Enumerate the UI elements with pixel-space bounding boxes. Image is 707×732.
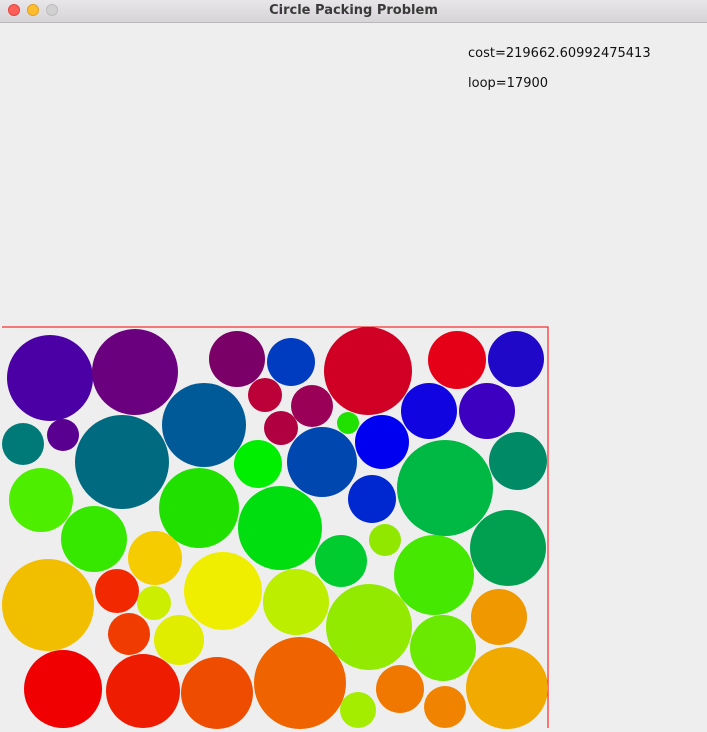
packed-circle	[401, 383, 457, 439]
packed-circle	[470, 510, 546, 586]
packed-circle	[355, 415, 409, 469]
packed-circle	[394, 535, 474, 615]
packed-circle	[7, 335, 93, 421]
packed-circle	[9, 468, 73, 532]
packed-circle	[410, 615, 476, 681]
packed-circle	[61, 506, 127, 572]
packed-circle	[337, 412, 359, 434]
packed-circle	[324, 327, 412, 415]
packed-circle	[162, 383, 246, 467]
packed-circle	[92, 329, 178, 415]
packed-circle	[376, 665, 424, 713]
packed-circle	[238, 486, 322, 570]
packed-circle	[340, 692, 376, 728]
packed-circle	[106, 654, 180, 728]
packed-circle	[209, 331, 265, 387]
packed-circle	[184, 552, 262, 630]
packed-circle	[234, 440, 282, 488]
packed-circle	[315, 535, 367, 587]
packed-circle	[397, 440, 493, 536]
packed-circle	[488, 331, 544, 387]
packed-circle	[489, 432, 547, 490]
packed-circle	[428, 331, 486, 389]
packing-canvas	[2, 326, 549, 729]
packed-circle	[137, 586, 171, 620]
packed-circle	[369, 524, 401, 556]
packed-circle	[248, 378, 282, 412]
packed-circle	[154, 615, 204, 665]
packed-circle	[108, 613, 150, 655]
packed-circle	[267, 338, 315, 386]
packed-circle	[47, 419, 79, 451]
packed-circle	[263, 569, 329, 635]
packed-circle	[291, 385, 333, 427]
packed-circle	[95, 569, 139, 613]
packed-circle	[128, 531, 182, 585]
packed-circle	[159, 468, 239, 548]
packed-circle	[326, 584, 412, 670]
packed-circle	[2, 559, 94, 651]
packed-circle	[459, 383, 515, 439]
packed-circle	[75, 415, 169, 509]
packed-circle	[424, 686, 466, 728]
app-window: Circle Packing Problem cost=219662.60992…	[0, 0, 707, 732]
packed-circle	[181, 657, 253, 729]
packed-circle	[348, 475, 396, 523]
packed-circle	[254, 637, 346, 729]
circles-group	[2, 327, 548, 729]
packed-circle	[287, 427, 357, 497]
packed-circle	[2, 423, 44, 465]
packed-circle	[24, 650, 102, 728]
packed-circle	[471, 589, 527, 645]
packed-circle	[264, 411, 298, 445]
packed-circle	[466, 647, 548, 729]
